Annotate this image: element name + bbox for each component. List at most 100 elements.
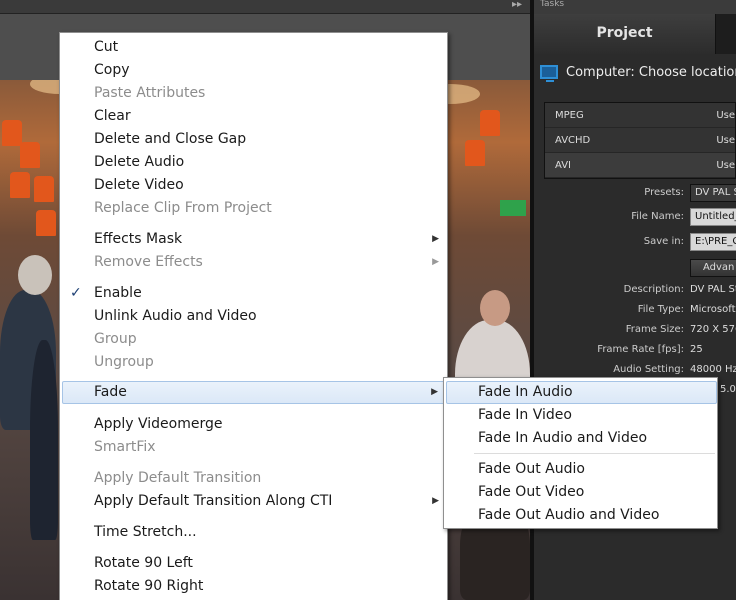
monitor-title-bar: ▸▸ (0, 0, 530, 14)
seat-shape (36, 210, 56, 236)
framerate-label: Frame Rate [fps]: (597, 344, 684, 355)
location-header: Computer: Choose location (540, 58, 736, 86)
menu-item-rotate-right[interactable]: Rotate 90 Right (62, 575, 447, 598)
menu-item-label: Enable (94, 285, 142, 301)
format-name: AVI (555, 159, 571, 171)
description-value: DV PAL Sta (690, 284, 736, 295)
extra-value: 5.00 (720, 384, 736, 395)
menu-item-cut[interactable]: Cut (62, 36, 447, 59)
menu-item-paste-attributes: Paste Attributes (94, 85, 206, 101)
menu-item-effects-mask[interactable]: Effects Mask ▶ (62, 228, 447, 251)
menu-item-apply-default-transition: Apply Default Transition (94, 470, 262, 486)
menu-item-delete-video[interactable]: Delete Video (62, 174, 447, 197)
context-menu: Cut Copy Paste Attributes Clear Delete a… (59, 32, 448, 600)
submenu-arrow-icon: ▶ (431, 387, 438, 397)
submenu-item-fade-out-video[interactable]: Fade Out Video (446, 481, 717, 504)
savein-label: Save in: (643, 236, 684, 247)
presets-row: Presets: DV PAL S (534, 184, 736, 204)
menu-item-label: Fade (94, 384, 127, 400)
menu-item-copy[interactable]: Copy (62, 59, 447, 82)
format-use: Use (716, 134, 735, 146)
filename-row: File Name: Untitled_ (534, 208, 736, 228)
menu-item-group: Group (94, 331, 137, 347)
filename-label: File Name: (631, 211, 684, 222)
menu-separator (90, 516, 445, 517)
menu-item-rotate-left[interactable]: Rotate 90 Left (62, 552, 447, 575)
filetype-row: File Type: Microsoft (534, 301, 736, 321)
format-row-mpeg[interactable]: MPEG Use (545, 103, 735, 128)
menu-item-ungroup: Ungroup (94, 354, 154, 370)
savein-row: Save in: E:\PRE_C (534, 233, 736, 253)
menu-item-clear[interactable]: Clear (62, 105, 447, 128)
menu-separator (90, 408, 445, 409)
submenu-item-fade-in-audio-video[interactable]: Fade In Audio and Video (446, 427, 717, 450)
advanced-button[interactable]: Advan (690, 259, 736, 277)
submenu-item-fade-in-audio[interactable]: Fade In Audio (446, 381, 717, 404)
framerate-value: 25 (690, 344, 703, 355)
format-use: Use (716, 159, 735, 171)
menu-separator (90, 462, 445, 463)
menu-item-label: Remove Effects (94, 254, 203, 270)
menu-separator (90, 377, 445, 378)
checkmark-icon: ✓ (70, 285, 82, 301)
menu-item-unlink[interactable]: Unlink Audio and Video (62, 305, 447, 328)
format-name: MPEG (555, 109, 584, 121)
framesize-value: 720 X 576 (690, 324, 736, 335)
menu-separator (90, 223, 445, 224)
exit-sign-shape (500, 200, 526, 216)
format-use: Use (716, 109, 735, 121)
presets-select[interactable]: DV PAL S (690, 184, 736, 202)
submenu-separator (474, 453, 715, 454)
filetype-value: Microsoft (690, 304, 736, 315)
description-label: Description: (623, 284, 684, 295)
filetype-label: File Type: (637, 304, 684, 315)
submenu-arrow-icon: ▶ (432, 257, 439, 267)
location-title: Computer: Choose location (566, 64, 736, 80)
seat-shape (34, 176, 54, 202)
menu-separator (90, 277, 445, 278)
seat-shape (10, 172, 30, 198)
filename-input[interactable]: Untitled_ (690, 208, 736, 226)
submenu-item-fade-in-video[interactable]: Fade In Video (446, 404, 717, 427)
format-row-avchd[interactable]: AVCHD Use (545, 128, 735, 153)
menu-item-remove-effects: Remove Effects ▶ (62, 251, 447, 274)
framerate-row: Frame Rate [fps]: 25 (534, 341, 736, 361)
menu-item-time-stretch[interactable]: Time Stretch... (62, 521, 447, 544)
menu-item-label: Effects Mask (94, 231, 183, 247)
audience-person-head (18, 255, 52, 295)
fade-submenu: Fade In Audio Fade In Video Fade In Audi… (443, 377, 718, 529)
panel-collapse-icon[interactable]: ▸▸ (512, 0, 522, 10)
tasks-tab-bar: Project (534, 14, 736, 54)
menu-item-fade[interactable]: Fade ▶ (62, 381, 447, 404)
menu-item-apply-videomerge[interactable]: Apply Videomerge (62, 413, 447, 436)
seat-shape (2, 120, 22, 146)
description-row: Description: DV PAL Sta (534, 281, 736, 301)
format-list: MPEG Use AVCHD Use AVI Use (544, 102, 736, 179)
submenu-item-fade-out-audio[interactable]: Fade Out Audio (446, 458, 717, 481)
submenu-item-fade-out-audio-video[interactable]: Fade Out Audio and Video (446, 504, 717, 527)
menu-item-smartfix: SmartFix (94, 439, 156, 455)
seat-shape (20, 142, 40, 168)
menu-item-replace-clip: Replace Clip From Project (94, 200, 272, 216)
menu-item-label: Apply Default Transition Along CTI (94, 493, 333, 509)
presets-label: Presets: (644, 187, 684, 198)
menu-item-delete-close-gap[interactable]: Delete and Close Gap (62, 128, 447, 151)
advanced-row: Advan (534, 259, 736, 279)
audio-value: 48000 Hz, (690, 364, 736, 375)
seat-shape (465, 140, 485, 166)
menu-item-apply-default-transition-cti[interactable]: Apply Default Transition Along CTI ▶ (62, 490, 447, 513)
computer-monitor-icon (540, 65, 558, 82)
format-name: AVCHD (555, 134, 591, 146)
tasks-panel-title: Tasks (534, 0, 736, 14)
tab-project[interactable]: Project (534, 14, 716, 54)
framesize-row: Frame Size: 720 X 576 (534, 321, 736, 341)
submenu-arrow-icon: ▶ (432, 234, 439, 244)
menu-separator (90, 547, 445, 548)
submenu-arrow-icon: ▶ (432, 496, 439, 506)
menu-item-delete-audio[interactable]: Delete Audio (62, 151, 447, 174)
format-row-avi[interactable]: AVI Use (545, 153, 735, 178)
savein-input[interactable]: E:\PRE_C (690, 233, 736, 251)
audio-label: Audio Setting: (613, 364, 684, 375)
menu-item-enable[interactable]: ✓ Enable (62, 282, 447, 305)
framesize-label: Frame Size: (625, 324, 684, 335)
